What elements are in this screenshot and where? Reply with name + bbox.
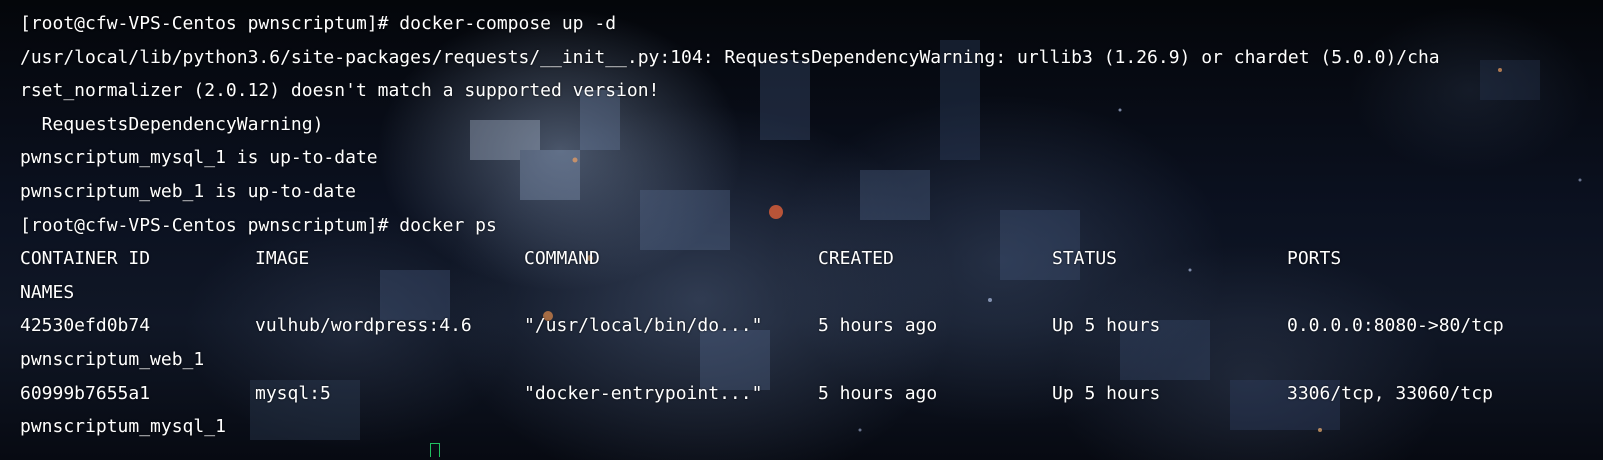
ps-header-image: IMAGE: [255, 248, 310, 270]
ps-header-created: CREATED: [818, 248, 894, 270]
container-command: "/usr/local/bin/do...": [524, 315, 763, 337]
ps-table-row: 60999b7655a1 mysql:5 "docker-entrypoint.…: [20, 377, 1493, 411]
output-line: /usr/local/lib/python3.6/site-packages/r…: [20, 46, 1440, 68]
container-id: 42530efd0b74: [20, 315, 151, 337]
container-image: vulhub/wordpress:4.6: [255, 315, 472, 337]
prompt-line: [root@cfw-VPS-Centos pwnscriptum]# docke…: [20, 13, 617, 34]
container-id: 60999b7655a1: [20, 382, 151, 404]
output-line: rset_normalizer (2.0.12) doesn't match a…: [20, 80, 660, 102]
ps-header-container-id: CONTAINER ID: [20, 248, 151, 270]
prompt-line: [root@cfw-VPS-Centos pwnscriptum]# docke…: [20, 214, 497, 236]
ps-header-ports: PORTS: [1287, 248, 1342, 270]
container-name: pwnscriptum_web_1: [20, 348, 205, 370]
container-created: 5 hours ago: [818, 382, 938, 404]
terminal-window[interactable]: [root@cfw-VPS-Centos pwnscriptum]# docke…: [0, 0, 1603, 460]
container-name: pwnscriptum_mysql_1: [20, 416, 226, 438]
container-ports: 3306/tcp, 33060/tcp: [1287, 382, 1493, 404]
container-status: Up 5 hours: [1052, 315, 1161, 337]
terminal-output: [root@cfw-VPS-Centos pwnscriptum]# docke…: [20, 7, 1504, 444]
container-status: Up 5 hours: [1052, 382, 1161, 404]
ps-header-names: NAMES: [20, 281, 75, 303]
output-line: pwnscriptum_mysql_1 is up-to-date: [20, 147, 378, 169]
container-ports: 0.0.0.0:8080->80/tcp: [1287, 315, 1504, 337]
ps-header-command: COMMAND: [524, 248, 600, 270]
container-command: "docker-entrypoint...": [524, 382, 763, 404]
container-image: mysql:5: [255, 382, 331, 404]
ps-header-row: CONTAINER ID IMAGE COMMAND CREATED STATU…: [20, 242, 1440, 276]
terminal-cursor: [430, 443, 440, 457]
container-created: 5 hours ago: [818, 315, 938, 337]
ps-table-row: 42530efd0b74 vulhub/wordpress:4.6 "/usr/…: [20, 309, 1504, 343]
ps-header-status: STATUS: [1052, 248, 1118, 270]
output-line: RequestsDependencyWarning): [20, 113, 324, 135]
output-line: pwnscriptum_web_1 is up-to-date: [20, 180, 356, 202]
